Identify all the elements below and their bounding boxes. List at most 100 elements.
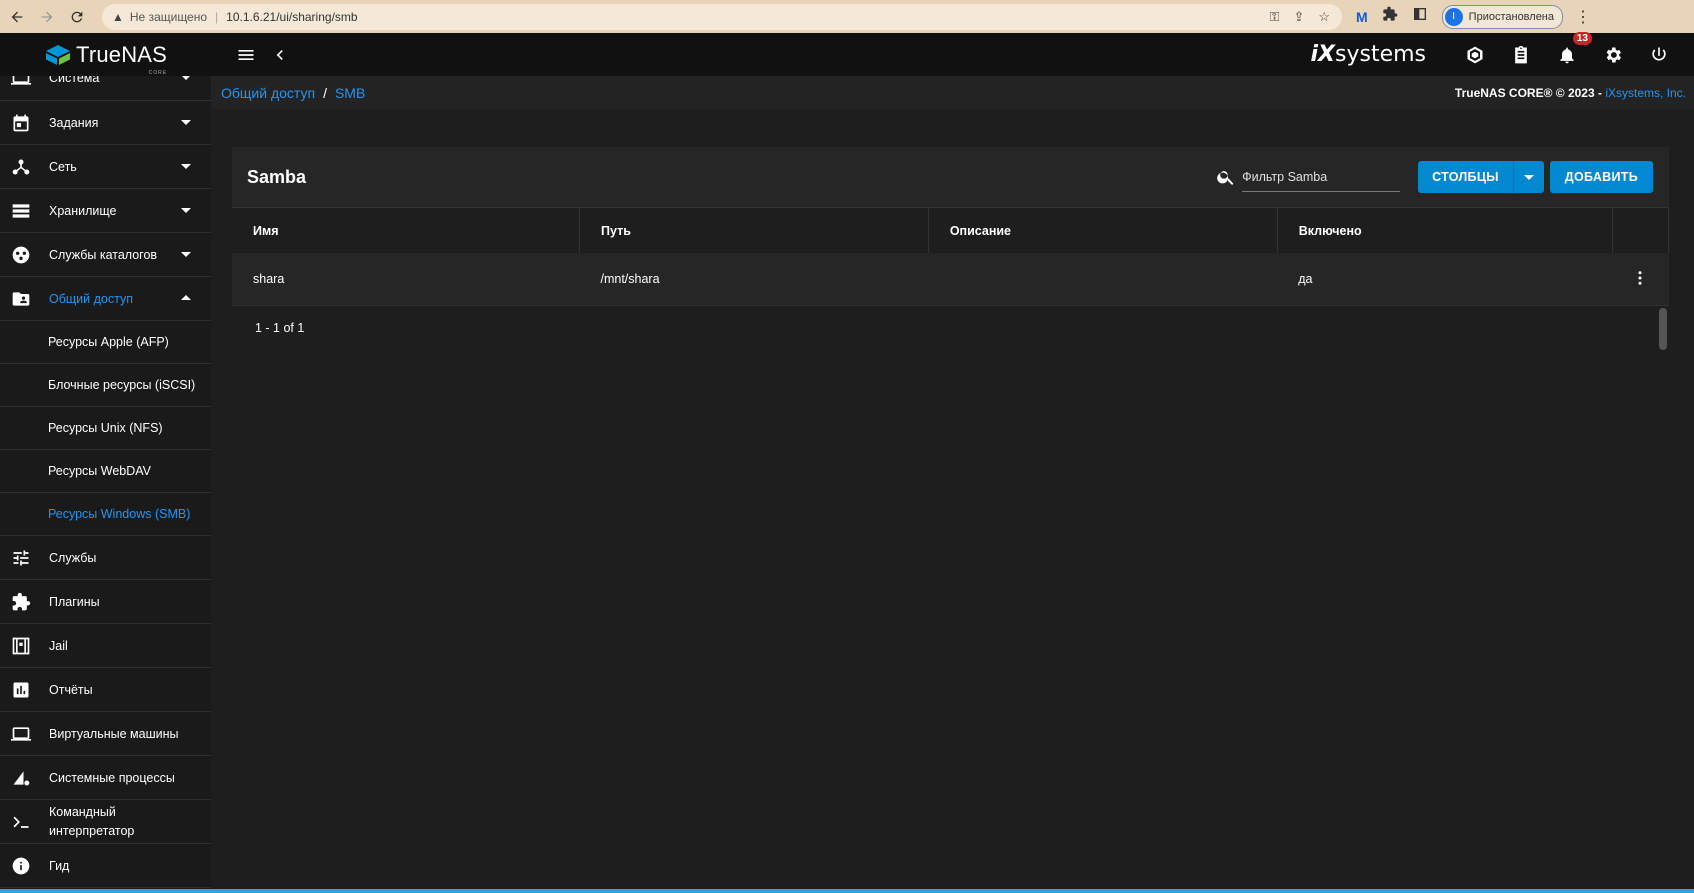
sidebar: Система Задания Сеть Хранилище Службы ка… xyxy=(0,76,211,893)
sidebar-item-services[interactable]: Службы xyxy=(0,536,211,580)
alerts-count-badge: 13 xyxy=(1572,31,1592,45)
collapse-sidebar-icon[interactable] xyxy=(265,40,295,70)
sidebar-item-network[interactable]: Сеть xyxy=(0,145,211,189)
extension-m-icon[interactable]: M xyxy=(1356,9,1368,25)
side-panel-icon[interactable] xyxy=(1412,6,1428,27)
settings-gear-icon[interactable] xyxy=(1598,40,1628,70)
star-icon[interactable]: ☆ xyxy=(1318,9,1330,25)
laptop-icon xyxy=(10,76,32,89)
forward-icon[interactable] xyxy=(34,4,60,30)
vm-icon xyxy=(10,723,32,745)
sidebar-item-label: Системные процессы xyxy=(49,770,175,785)
truenas-logo[interactable]: TrueNAS CORE xyxy=(0,41,211,76)
browser-menu-icon[interactable]: ⋮ xyxy=(1575,7,1591,27)
ixsystems-logo[interactable]: iXsystems xyxy=(1310,42,1426,67)
sidebar-item-label: Службы каталогов xyxy=(49,247,158,262)
sidebar-item-tasks[interactable]: Задания xyxy=(0,101,211,145)
cell-path: /mnt/shara xyxy=(579,253,929,306)
sidebar-item-reports[interactable]: Отчёты xyxy=(0,668,211,712)
sidebar-item-system-processes[interactable]: Системные процессы xyxy=(0,756,211,800)
sidebar-item-plugins[interactable]: Плагины xyxy=(0,580,211,624)
sidebar-item-label: Задания xyxy=(49,115,99,130)
truecommand-icon[interactable] xyxy=(1460,40,1490,70)
folder-shared-icon xyxy=(10,288,32,310)
column-header-description[interactable]: Описание xyxy=(928,207,1278,253)
sidebar-subitem-iscsi[interactable]: Блочные ресурсы (iSCSI) xyxy=(0,364,211,407)
card-title: Samba xyxy=(247,166,307,187)
reload-icon[interactable] xyxy=(64,4,90,30)
column-header-enabled[interactable]: Включено xyxy=(1277,207,1614,253)
chart-icon xyxy=(10,679,32,701)
brand-sub: CORE xyxy=(148,69,168,76)
breadcrumb-current[interactable]: SMB xyxy=(335,85,365,101)
puzzle-icon xyxy=(10,591,32,613)
ixsystems-logo-text: systems xyxy=(1335,42,1426,67)
breadcrumb-separator: / xyxy=(323,84,327,101)
calendar-icon xyxy=(10,112,32,134)
column-header-name[interactable]: Имя xyxy=(232,207,580,253)
pagination-range: 1 - 1 of 1 xyxy=(255,321,305,335)
sidebar-item-system[interactable]: Система xyxy=(0,76,211,101)
sidebar-item-label: Командный интерпретатор xyxy=(49,805,135,838)
chevron-down-icon xyxy=(181,76,191,85)
sidebar-item-label: Отчёты xyxy=(49,682,93,697)
sidebar-subitem-smb[interactable]: Ресурсы Windows (SMB) xyxy=(0,493,211,536)
tasks-clipboard-icon[interactable] xyxy=(1506,40,1536,70)
tune-icon xyxy=(10,547,32,569)
cell-description xyxy=(928,253,1278,306)
sidebar-item-label: Система xyxy=(49,76,100,85)
app-topbar: TrueNAS CORE iXsystems 13 xyxy=(0,31,1694,76)
sidebar-item-label: Jail xyxy=(49,638,68,653)
key-icon[interactable]: ⚿ xyxy=(1270,9,1280,25)
breadcrumb: Общий доступ / SMB TrueNAS CORE® © 2023 … xyxy=(211,76,1694,109)
alerts-bell-icon[interactable]: 13 xyxy=(1552,31,1592,70)
columns-button[interactable]: СТОЛБЦЫ xyxy=(1418,161,1544,193)
network-icon xyxy=(10,156,32,178)
sidebar-subitem-nfs[interactable]: Ресурсы Unix (NFS) xyxy=(0,407,211,450)
browser-toolbar: ▲ Не защищено | 10.1.6.21/ui/sharing/smb… xyxy=(0,0,1694,33)
sidebar-item-storage[interactable]: Хранилище xyxy=(0,189,211,233)
profile-button[interactable]: I Приостановлена xyxy=(1441,4,1564,29)
info-icon xyxy=(10,855,32,877)
directory-icon xyxy=(10,244,32,266)
table-row[interactable]: shara /mnt/shara да xyxy=(232,253,1669,306)
table-header-row: Имя Путь Описание Включено xyxy=(232,207,1669,253)
sidebar-item-label: Гид xyxy=(49,858,70,873)
warning-icon: ▲ xyxy=(112,9,124,24)
share-icon[interactable]: ⇪ xyxy=(1293,9,1304,25)
sidebar-item-guide[interactable]: Гид xyxy=(0,844,211,888)
column-header-path[interactable]: Путь xyxy=(579,207,929,253)
row-actions-menu-icon[interactable] xyxy=(1612,253,1669,306)
avatar: I xyxy=(1444,7,1463,26)
profile-status: Приостановлена xyxy=(1468,10,1555,23)
columns-button-label: СТОЛБЦЫ xyxy=(1432,170,1499,184)
scrollbar-thumb[interactable] xyxy=(1659,308,1667,350)
brand-name: TrueNAS xyxy=(76,41,168,67)
ixsystems-link[interactable]: iXsystems, Inc. xyxy=(1605,86,1686,100)
sidebar-item-jail[interactable]: Jail xyxy=(0,624,211,668)
chevron-down-icon xyxy=(181,248,191,262)
jail-icon xyxy=(10,635,32,657)
sidebar-item-vms[interactable]: Виртуальные машины xyxy=(0,712,211,756)
extensions-puzzle-icon[interactable] xyxy=(1382,6,1398,27)
back-icon[interactable] xyxy=(4,4,30,30)
sidebar-item-label: Сеть xyxy=(49,159,77,174)
power-icon[interactable] xyxy=(1644,40,1674,70)
add-button[interactable]: ДОБАВИТЬ xyxy=(1549,161,1653,193)
menu-toggle-icon[interactable] xyxy=(231,40,261,70)
sidebar-item-label: Общий доступ xyxy=(49,291,133,306)
sidebar-subitem-webdav[interactable]: Ресурсы WebDAV xyxy=(0,450,211,493)
url-text: 10.1.6.21/ui/sharing/smb xyxy=(226,9,358,24)
filter-samba-input[interactable] xyxy=(1242,162,1401,192)
storage-icon xyxy=(10,200,32,222)
cell-enabled: да xyxy=(1277,253,1613,306)
copyright-text: TrueNAS CORE® © 2023 - iXsystems, Inc. xyxy=(1455,86,1686,100)
sidebar-subitem-afp[interactable]: Ресурсы Apple (AFP) xyxy=(0,321,211,364)
sidebar-item-directory-services[interactable]: Службы каталогов xyxy=(0,233,211,277)
chevron-down-icon[interactable] xyxy=(1512,161,1544,193)
sidebar-item-shell[interactable]: Командный интерпретатор xyxy=(0,800,211,844)
sidebar-item-sharing[interactable]: Общий доступ xyxy=(0,277,211,321)
address-bar[interactable]: ▲ Не защищено | 10.1.6.21/ui/sharing/smb… xyxy=(102,3,1342,30)
breadcrumb-parent-link[interactable]: Общий доступ xyxy=(221,85,315,101)
chevron-up-icon xyxy=(181,292,191,306)
